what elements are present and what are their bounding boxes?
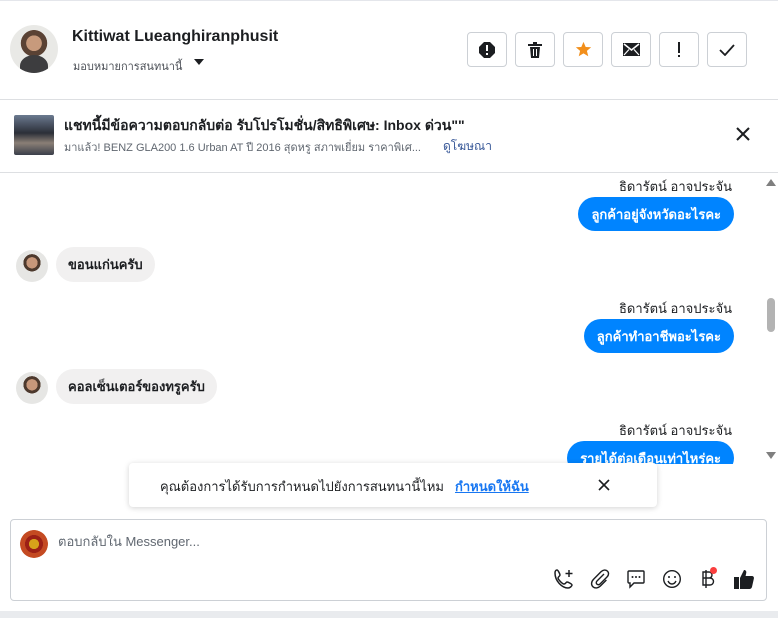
- ad-title: แชทนี้มีข้อความตอบกลับต่อ รับโปรโมชั่น/ส…: [64, 117, 465, 133]
- assign-prompt-text: คุณต้องการได้รับการกำหนดไปยังการสนทนานี้…: [160, 479, 444, 494]
- incoming-message[interactable]: คอลเซ็นเตอร์ของทรูครับ: [56, 369, 217, 404]
- conversation-header: Kittiwat Lueanghiranphusit มอบหมายการสนท…: [0, 0, 778, 100]
- star-icon: [575, 41, 591, 57]
- chevron-down-icon[interactable]: [194, 59, 204, 65]
- close-icon: [598, 479, 610, 491]
- like-button[interactable]: [732, 567, 756, 591]
- exclamation-icon: [678, 41, 680, 57]
- close-ad-banner-button[interactable]: [733, 124, 753, 144]
- bottom-edge: [0, 611, 778, 618]
- view-ad-link[interactable]: ดูโฆษณา: [443, 137, 492, 156]
- incoming-message[interactable]: ขอนแก่นครับ: [56, 247, 155, 282]
- saved-reply-icon: [627, 570, 645, 589]
- mark-unread-button[interactable]: [611, 32, 651, 67]
- payment-button[interactable]: [696, 567, 720, 591]
- attach-button[interactable]: [588, 567, 612, 591]
- scroll-down-arrow-icon[interactable]: [766, 452, 776, 459]
- scrollbar-thumb[interactable]: [767, 298, 775, 332]
- close-icon: [736, 127, 750, 141]
- thumbs-up-icon: [734, 570, 754, 589]
- assign-conversation-dropdown[interactable]: มอบหมายการสนทนานี้: [73, 57, 182, 75]
- message-sender: ธิดารัตน์ อาจประจัน: [618, 179, 732, 194]
- scroll-up-arrow-icon[interactable]: [766, 179, 776, 186]
- mark-spam-button[interactable]: [467, 32, 507, 67]
- ad-thumbnail[interactable]: [14, 115, 54, 155]
- delete-button[interactable]: [515, 32, 555, 67]
- spam-icon: [479, 41, 495, 58]
- outgoing-message[interactable]: รายได้ต่อเดือนเท่าไหร่คะ: [567, 441, 734, 464]
- envelope-icon: [622, 43, 640, 56]
- star-button[interactable]: [563, 32, 603, 67]
- mark-done-button[interactable]: [707, 32, 747, 67]
- saved-reply-button[interactable]: [624, 567, 648, 591]
- contact-avatar[interactable]: [10, 25, 58, 73]
- reply-composer: [10, 519, 767, 601]
- emoji-button[interactable]: [660, 567, 684, 591]
- attachment-icon: [590, 569, 610, 589]
- sender-avatar[interactable]: [16, 250, 48, 282]
- message-sender: ธิดารัตน์ อาจประจัน: [618, 423, 732, 438]
- call-button[interactable]: [552, 567, 576, 591]
- emoji-icon: [662, 569, 682, 589]
- notification-dot: [710, 567, 717, 574]
- ad-subtitle: มาแล้ว! BENZ GLA200 1.6 Urban AT ปี 2016…: [64, 142, 421, 154]
- contact-name[interactable]: Kittiwat Lueanghiranphusit: [72, 28, 278, 46]
- assign-to-me-link[interactable]: กำหนดให้ฉัน: [455, 476, 529, 497]
- dismiss-toast-button[interactable]: [595, 476, 613, 494]
- outgoing-message[interactable]: ลูกค้าอยู่จังหวัดอะไรคะ: [578, 197, 734, 231]
- reply-input[interactable]: [58, 534, 618, 549]
- ad-context-banner: แชทนี้มีข้อความตอบกลับต่อ รับโปรโมชั่น/ส…: [0, 101, 778, 173]
- check-icon: [719, 43, 735, 56]
- outgoing-message[interactable]: ลูกค้าทำอาชีพอะไรคะ: [583, 319, 734, 353]
- sender-avatar[interactable]: [16, 372, 48, 404]
- message-sender: ธิดารัตน์ อาจประจัน: [618, 301, 732, 316]
- message-list[interactable]: ธิดารัตน์ อาจประจัน ลูกค้าอยู่จังหวัดอะไ…: [0, 174, 778, 464]
- trash-icon: [528, 41, 542, 58]
- page-avatar: [20, 530, 48, 558]
- assign-prompt-toast: คุณต้องการได้รับการกำหนดไปยังการสนทนานี้…: [129, 463, 657, 507]
- top-divider: [0, 0, 778, 4]
- add-call-icon: [554, 569, 573, 589]
- follow-up-button[interactable]: [659, 32, 699, 67]
